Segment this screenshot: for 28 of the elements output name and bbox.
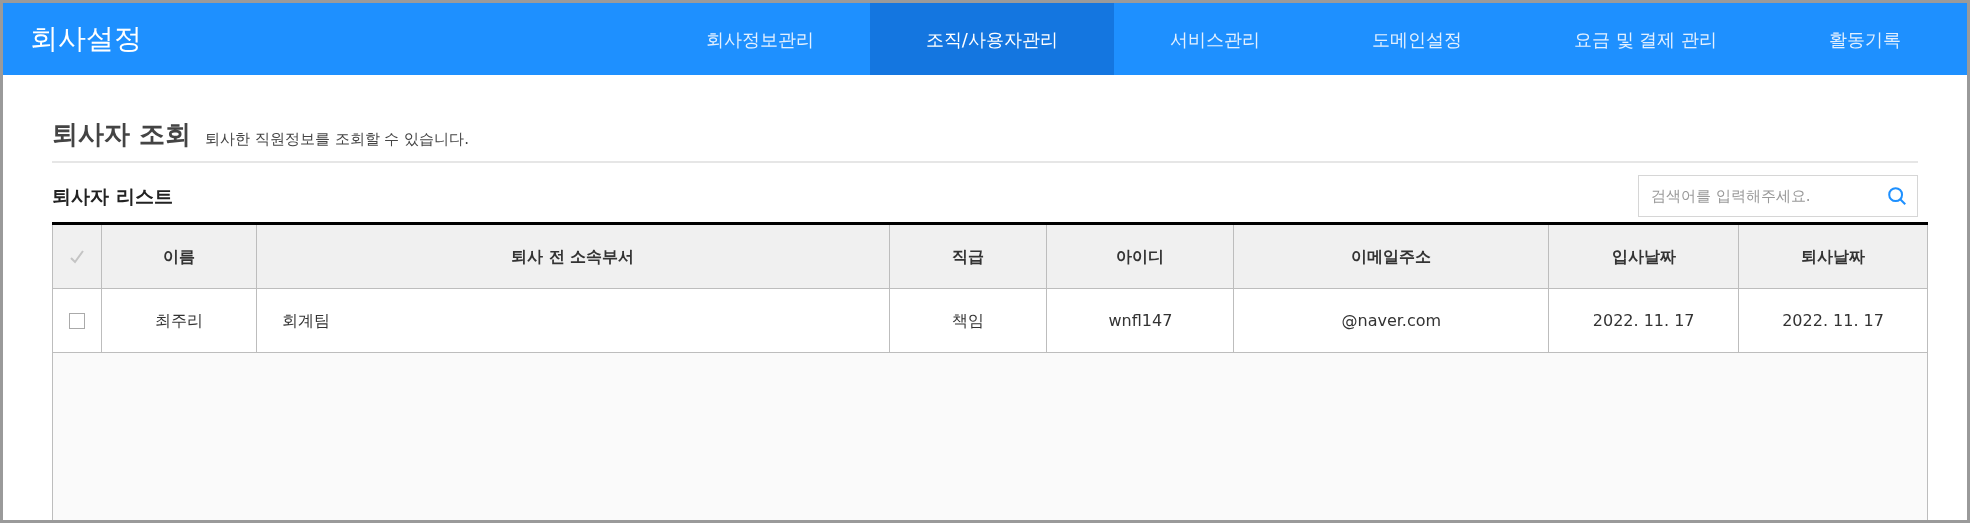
check-icon[interactable] [69, 248, 85, 265]
app-title: 회사설정 [30, 21, 142, 57]
search-icon[interactable] [1886, 185, 1908, 207]
table-cell-text: @naver.com [1341, 309, 1442, 332]
table-cell-text: 회계팀 [281, 309, 330, 332]
page-description: 퇴사한 직원정보를 조회할 수 있습니다. [205, 132, 469, 147]
row-checkbox[interactable] [69, 312, 85, 329]
page-title: 퇴사자 조회 [52, 121, 192, 147]
nav-tab[interactable]: 회사정보관리 [649, 3, 870, 75]
column-header: 입사날짜 [1549, 225, 1740, 288]
nav-tab[interactable]: 도메인설정 [1315, 3, 1518, 75]
table-cell-text: 2022. 11. 17 [1592, 309, 1695, 332]
nav-tab[interactable]: 요금 및 결제 관리 [1517, 3, 1773, 75]
table-cell-text: 책임 [952, 309, 984, 332]
table-cell-text: 최주리 [154, 309, 203, 332]
column-header: 퇴사날짜 [1800, 245, 1867, 268]
column-header: 이름 [101, 225, 257, 288]
column-header: 아이디 [1047, 225, 1235, 288]
list-title: 퇴사자 리스트 [52, 183, 173, 209]
column-header: 퇴사 전 소속부서 [256, 225, 890, 288]
nav-tab[interactable]: 조직/사용자관리 [869, 3, 1114, 75]
nav-tab[interactable]: 서비스관리 [1113, 3, 1316, 75]
nav-tab[interactable]: 활동기록 [1773, 3, 1957, 75]
search-field[interactable]: 검색어를 입력해주세요. [1638, 175, 1918, 217]
column-header: 직급 [889, 225, 1048, 288]
column-header: 이메일주소 [1234, 225, 1550, 288]
table-cell-text: wnfl147 [1108, 309, 1173, 332]
table-cell-text: 2022. 11. 17 [1782, 309, 1884, 332]
